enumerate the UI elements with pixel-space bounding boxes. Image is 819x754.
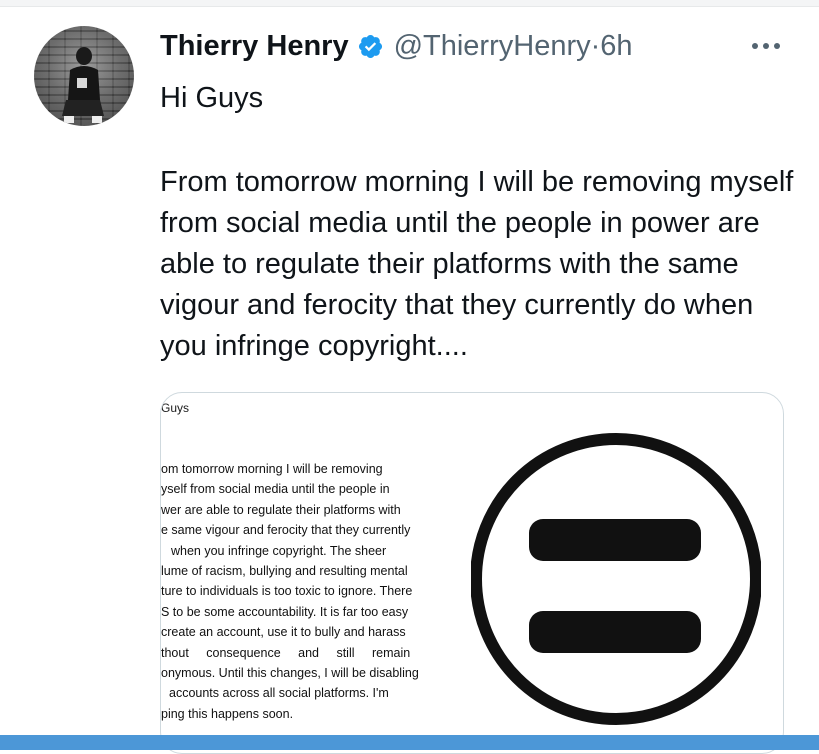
document-line: thout consequence and still remain — [161, 645, 411, 660]
tweet-greeting: Hi Guys — [160, 82, 264, 114]
equality-symbol-icon — [471, 433, 761, 725]
more-options-icon[interactable] — [749, 38, 783, 54]
timestamp[interactable]: 6h — [600, 30, 632, 63]
time-separator: · — [590, 29, 601, 62]
handle[interactable]: @ThierryHenry — [394, 30, 591, 63]
document-line: S to be some accountability. It is far t… — [161, 604, 409, 619]
document-line: ping this happens soon. — [161, 706, 294, 721]
document-line: e same vigour and ferocity that they cur… — [161, 523, 411, 538]
document-title: Guys — [161, 401, 190, 415]
display-name[interactable]: Thierry Henry — [160, 30, 349, 63]
verified-badge-icon — [358, 34, 382, 58]
document-line: when you infringe copyright. The sheer — [171, 543, 387, 558]
document-line: yself from social media until the people… — [161, 482, 390, 497]
tweet-text: From tomorrow morning I will be removing… — [160, 166, 794, 362]
document-line: onymous. Until this changes, I will be d… — [161, 666, 419, 681]
document-line: accounts across all social platforms. I'… — [169, 686, 389, 701]
document-text: om tomorrow morning I will be removing y… — [161, 459, 453, 724]
avatar-figure — [62, 47, 104, 123]
bottom-bar — [0, 735, 819, 750]
avatar[interactable] — [34, 26, 134, 126]
top-divider — [0, 0, 819, 7]
tweet-header: Thierry Henry @ThierryHenry · 6h — [160, 26, 633, 66]
document-line: wer are able to regulate their platforms… — [161, 502, 401, 517]
tweet-media-image[interactable]: Guys om tomorrow morning I will be remov… — [160, 392, 784, 754]
document-line: create an account, use it to bully and h… — [161, 625, 406, 640]
document-line: ture to individuals is too toxic to igno… — [161, 584, 413, 599]
document-line: lume of racism, bullying and resulting m… — [161, 564, 408, 579]
document-line: om tomorrow morning I will be removing — [161, 462, 383, 476]
